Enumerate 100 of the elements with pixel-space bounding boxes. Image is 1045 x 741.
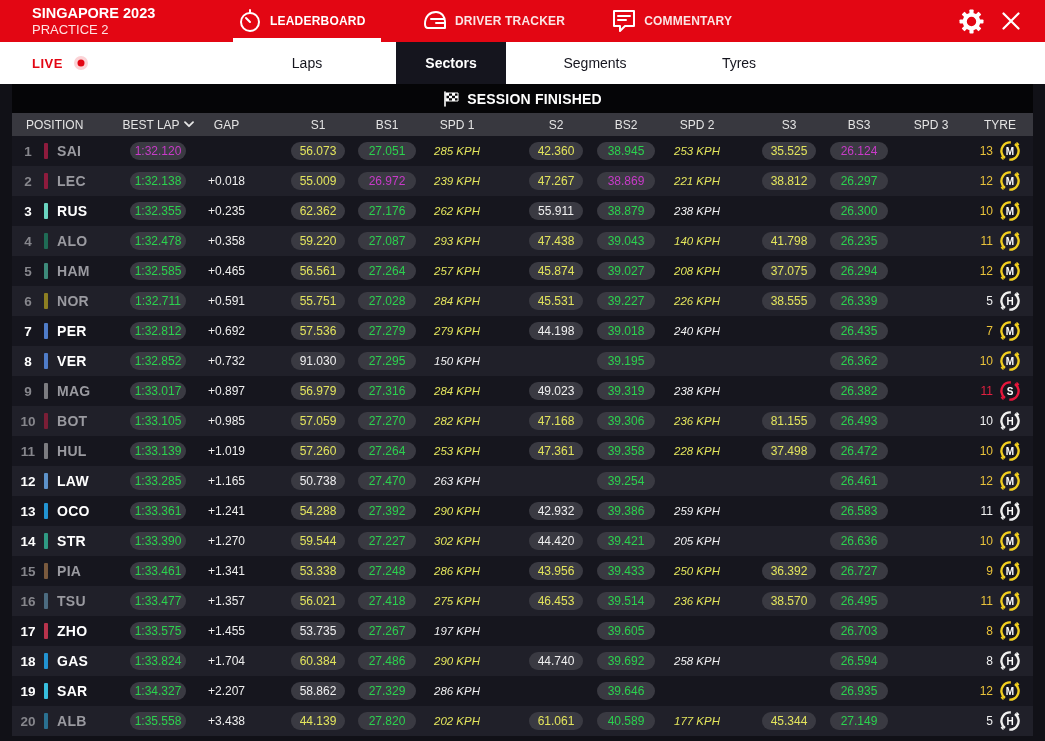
sector-time: 53.735	[291, 622, 345, 640]
speed-trap-reading: 258 KPH	[674, 655, 720, 667]
best-sector-time: 26.636	[830, 532, 888, 550]
best-sector-time: 39.514	[597, 592, 655, 610]
column-header[interactable]: TYRE	[984, 117, 1016, 132]
close-icon[interactable]	[1002, 12, 1020, 30]
position-number: 19	[19, 683, 37, 699]
sector-time: 59.220	[291, 232, 345, 250]
nav-tab[interactable]: DRIVER TRACKER	[418, 0, 571, 42]
view-tab[interactable]: Segments	[540, 42, 650, 84]
tyre-compound-icon: H	[999, 290, 1021, 312]
gap-value: +2.207	[207, 684, 245, 698]
view-tab[interactable]: Tyres	[684, 42, 794, 84]
best-sector-time: 39.386	[597, 502, 655, 520]
best-sector-time: 27.470	[358, 472, 416, 490]
tyre-compound-icon: H	[999, 410, 1021, 432]
position-number: 3	[23, 203, 33, 219]
sector-time: 60.384	[291, 652, 345, 670]
driver-code: PER	[57, 323, 87, 339]
best-sector-time: 39.043	[597, 232, 655, 250]
tyre-compound-icon: M	[999, 350, 1021, 372]
best-lap-time: 1:33.361	[130, 502, 186, 520]
best-lap-time: 1:32.138	[130, 172, 186, 190]
driver-code: ZHO	[57, 623, 88, 639]
best-sector-time: 27.820	[358, 712, 416, 730]
best-sector-time: 27.316	[358, 382, 416, 400]
tyre-compound-icon: M	[999, 590, 1021, 612]
tyre-laps: 7	[986, 324, 993, 338]
speed-trap-reading: 250 KPH	[674, 565, 720, 577]
column-header[interactable]: GAP	[213, 117, 240, 132]
column-header[interactable]: SPD 3	[913, 117, 949, 132]
tyre-compound-icon: M	[999, 530, 1021, 552]
best-lap-time: 1:32.852	[130, 352, 186, 370]
column-header[interactable]: BS3	[847, 117, 871, 132]
tyre-laps: 11	[980, 594, 993, 608]
speed-trap-reading: 197 KPH	[434, 625, 480, 637]
gap-value: +0.018	[207, 174, 245, 188]
best-sector-time: 26.435	[830, 322, 888, 340]
best-sector-time: 39.306	[597, 412, 655, 430]
tyre-compound-icon: M	[999, 200, 1021, 222]
column-header[interactable]: BS2	[614, 117, 638, 132]
sector-time: 46.453	[529, 592, 583, 610]
best-lap-time: 1:33.461	[130, 562, 186, 580]
position-number: 11	[19, 443, 37, 459]
tyre-compound-icon: M	[999, 230, 1021, 252]
best-sector-time: 27.176	[358, 202, 416, 220]
speed-trap-reading: 286 KPH	[434, 685, 480, 697]
sector-time: 55.911	[529, 202, 583, 220]
speed-trap-reading: 275 KPH	[434, 595, 480, 607]
column-header[interactable]: S1	[310, 117, 326, 132]
tyre-compound-icon: M	[999, 140, 1021, 162]
gap-value: +1.357	[207, 594, 245, 608]
best-sector-time: 26.124	[830, 142, 888, 160]
driver-code: BOT	[57, 413, 88, 429]
column-header[interactable]: BS1	[375, 117, 399, 132]
tyre-laps: 5	[986, 714, 993, 728]
position-number: 4	[23, 233, 33, 249]
view-tab[interactable]: Sectors	[396, 42, 506, 84]
session-name: PRACTICE 2	[32, 22, 110, 37]
gap-value: +1.455	[207, 624, 245, 638]
gap-value: +1.704	[207, 654, 245, 668]
checkered-flag-icon	[443, 90, 460, 107]
tyre-laps: 11	[980, 234, 993, 248]
settings-icon[interactable]	[959, 8, 984, 34]
speed-trap-reading: 279 KPH	[434, 325, 480, 337]
column-header[interactable]: S3	[781, 117, 797, 132]
column-header[interactable]: POSITION	[26, 117, 84, 132]
tyre-laps: 10	[979, 444, 993, 458]
best-sector-time: 26.727	[830, 562, 888, 580]
position-number: 14	[19, 533, 37, 549]
tyre-laps: 13	[979, 144, 993, 158]
sector-time: 53.338	[291, 562, 345, 580]
column-header[interactable]: SPD 1	[439, 117, 475, 132]
best-lap-time: 1:33.575	[130, 622, 186, 640]
column-header[interactable]: BEST LAP	[122, 117, 194, 132]
driver-code: LEC	[57, 173, 86, 189]
sector-time: 44.420	[529, 532, 583, 550]
best-lap-time: 1:34.327	[130, 682, 186, 700]
driver-code: RUS	[57, 203, 88, 219]
best-sector-time: 39.227	[597, 292, 655, 310]
best-sector-time: 26.594	[830, 652, 888, 670]
best-sector-time: 27.227	[358, 532, 416, 550]
column-header[interactable]: SPD 2	[679, 117, 715, 132]
column-header[interactable]: S2	[548, 117, 564, 132]
best-sector-time: 27.329	[358, 682, 416, 700]
nav-tab[interactable]: COMMENTARY	[607, 0, 756, 42]
best-sector-time: 26.493	[830, 412, 888, 430]
driver-code: PIA	[57, 563, 82, 579]
speed-trap-reading: 150 KPH	[434, 355, 480, 367]
gap-value: +1.019	[207, 444, 245, 458]
tyre-laps: 8	[986, 624, 993, 638]
driver-code: OCO	[57, 503, 90, 519]
sector-time: 43.956	[529, 562, 583, 580]
best-lap-time: 1:33.139	[130, 442, 186, 460]
tyre-laps: 12	[979, 264, 993, 278]
view-tab[interactable]: Laps	[252, 42, 362, 84]
best-sector-time: 38.945	[597, 142, 655, 160]
gap-value: +0.235	[207, 204, 245, 218]
speed-trap-reading: 282 KPH	[434, 415, 480, 427]
best-sector-time: 39.692	[597, 652, 655, 670]
